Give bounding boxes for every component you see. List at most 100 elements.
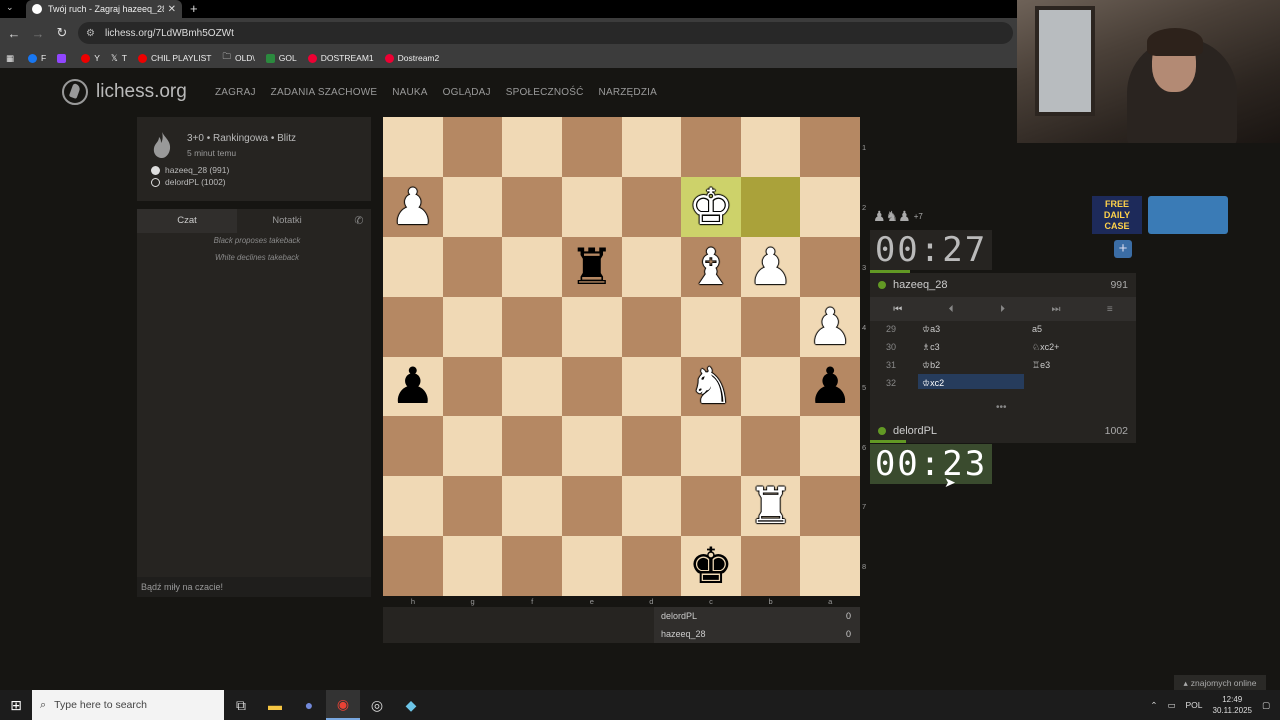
black-pawn-icon[interactable]: ♟ xyxy=(808,361,853,411)
board-square[interactable] xyxy=(442,476,503,537)
board-square[interactable]: ♚ xyxy=(681,176,741,237)
game-time-ago[interactable]: 5 minut temu xyxy=(187,148,236,158)
board-square[interactable]: ♟ xyxy=(800,296,860,357)
nav-learn[interactable]: NAUKA xyxy=(392,87,427,98)
white-pawn-icon[interactable]: ♟ xyxy=(390,182,435,232)
menu-icon[interactable]: ≡ xyxy=(1107,304,1113,315)
taskbar-search[interactable]: ⌕ Type here to search xyxy=(32,690,224,720)
prev-move-icon[interactable]: ⏴ xyxy=(949,304,954,315)
bookmark-y[interactable]: Y xyxy=(81,53,100,63)
board-square[interactable] xyxy=(800,117,860,177)
notifications-icon[interactable]: ▢ xyxy=(1262,700,1270,711)
bookmark-dostream2[interactable]: Dostream2 xyxy=(384,53,439,63)
browser-tab[interactable]: Twój ruch - Zagraj hazeeq_28 - ✕ xyxy=(26,0,182,18)
white-pawn-icon[interactable]: ♟ xyxy=(748,242,793,292)
board-square[interactable] xyxy=(383,416,443,477)
white-rook-icon[interactable]: ♜ xyxy=(748,481,793,531)
nav-puzzles[interactable]: ZADANIA SZACHOWE xyxy=(271,87,378,98)
board-square[interactable] xyxy=(621,117,682,177)
friends-online-button[interactable]: ▴ znajomych online xyxy=(1174,675,1266,691)
chess-board[interactable]: ♟ ♚ ♜ ♝ ♟ ♟ ♟ ♞ ♟ ♜ ♚ xyxy=(383,117,860,596)
forward-icon[interactable]: → xyxy=(28,26,48,41)
board-square[interactable] xyxy=(740,176,801,237)
board-square[interactable]: ♟ xyxy=(383,176,443,237)
white-knight-icon[interactable]: ♞ xyxy=(689,361,734,411)
bookmark-gol[interactable]: GOL xyxy=(265,53,297,63)
board-square[interactable]: ♟ xyxy=(800,356,860,417)
nav-community[interactable]: SPOŁECZNOŚĆ xyxy=(506,87,584,98)
board-square[interactable] xyxy=(502,356,562,417)
add-time-button[interactable]: + xyxy=(1114,240,1132,258)
nav-tools[interactable]: NARZĘDZIA xyxy=(599,87,657,98)
board-square[interactable]: ♟ xyxy=(383,356,443,417)
move[interactable]: ♘xc2+ xyxy=(1032,342,1059,353)
bookmark-chil-playlist[interactable]: CHIL PLAYLIST xyxy=(137,53,211,63)
board-square[interactable] xyxy=(383,296,443,357)
new-tab-icon[interactable]: + xyxy=(190,0,198,18)
discord-icon[interactable]: ● xyxy=(292,690,326,720)
back-icon[interactable]: ← xyxy=(4,26,24,41)
move[interactable]: ♗c3 xyxy=(922,342,940,353)
tab-search-icon[interactable]: ⌄ xyxy=(6,2,14,13)
bookmark-twitch-icon[interactable] xyxy=(57,53,70,63)
bookmark-x[interactable]: 𝕏T xyxy=(111,53,127,64)
chat-input[interactable]: Bądź miły na czacie! xyxy=(137,577,371,597)
move[interactable]: ♖e3 xyxy=(1032,360,1050,371)
board-square[interactable] xyxy=(502,536,562,596)
board-square[interactable]: ♜ xyxy=(561,236,622,297)
board-square[interactable] xyxy=(561,176,622,237)
board-square[interactable]: ♟ xyxy=(740,236,801,297)
white-player-row[interactable]: hazeeq_28 (991) xyxy=(151,165,229,175)
file-explorer-icon[interactable]: ▬ xyxy=(258,690,292,720)
white-pawn-icon[interactable]: ♟ xyxy=(808,302,853,352)
phone-icon[interactable]: ✆ xyxy=(347,209,371,233)
tab-notes[interactable]: Notatki xyxy=(237,209,337,233)
board-square[interactable] xyxy=(800,176,860,237)
board-square[interactable] xyxy=(442,416,503,477)
chrome-icon[interactable]: ◉ xyxy=(326,690,360,720)
obs-icon[interactable]: ◎ xyxy=(360,690,394,720)
tab-chat[interactable]: Czat xyxy=(137,209,237,233)
apps-grid-icon[interactable]: ▦ xyxy=(6,53,14,64)
move[interactable]: ♔b2 xyxy=(922,360,940,371)
bookmark-old[interactable]: 🗀 OLD\ xyxy=(222,51,254,65)
move[interactable]: a5 xyxy=(1032,324,1042,334)
black-pawn-icon[interactable]: ♟ xyxy=(390,361,435,411)
board-square[interactable] xyxy=(561,536,622,596)
next-move-icon[interactable]: ⏵ xyxy=(1000,304,1005,315)
board-square[interactable]: ♝ xyxy=(681,236,741,297)
board-square[interactable] xyxy=(740,416,801,477)
board-square[interactable] xyxy=(502,176,562,237)
board-square[interactable] xyxy=(681,476,741,537)
board-square[interactable] xyxy=(383,476,443,537)
board-square[interactable] xyxy=(502,296,562,357)
task-view-icon[interactable]: ⧉ xyxy=(224,690,258,720)
more-options-icon[interactable]: ••• xyxy=(996,402,1007,413)
board-square[interactable] xyxy=(621,416,682,477)
windows-start-icon[interactable]: ⊞ xyxy=(0,697,32,714)
board-square[interactable] xyxy=(502,476,562,537)
bookmark-dostream1[interactable]: DOSTREAM1 xyxy=(307,53,374,63)
bookmark-f[interactable]: F xyxy=(28,53,46,63)
site-logo[interactable]: lichess.org xyxy=(62,79,187,105)
board-square[interactable] xyxy=(442,117,503,177)
board-square[interactable] xyxy=(621,236,682,297)
board-square[interactable]: ♚ xyxy=(681,536,741,596)
board-square[interactable] xyxy=(621,536,682,596)
board-square[interactable] xyxy=(621,296,682,357)
promo-banner[interactable]: FREE DAILY CASE xyxy=(1092,196,1228,234)
board-square[interactable] xyxy=(621,476,682,537)
board-square[interactable] xyxy=(740,356,801,417)
system-clock[interactable]: 12:49 30.11.2025 xyxy=(1213,694,1252,716)
board-square[interactable] xyxy=(800,476,860,537)
board-square[interactable] xyxy=(740,536,801,596)
board-square[interactable] xyxy=(681,296,741,357)
move-current[interactable]: ♔xc2 xyxy=(922,378,944,389)
white-king-icon[interactable]: ♚ xyxy=(689,182,734,232)
black-player-row[interactable]: delordPL (1002) xyxy=(151,177,226,187)
board-square[interactable] xyxy=(800,536,860,596)
board-square[interactable] xyxy=(442,296,503,357)
white-bishop-icon[interactable]: ♝ xyxy=(689,242,734,292)
board-square[interactable] xyxy=(561,476,622,537)
board-square[interactable] xyxy=(621,176,682,237)
